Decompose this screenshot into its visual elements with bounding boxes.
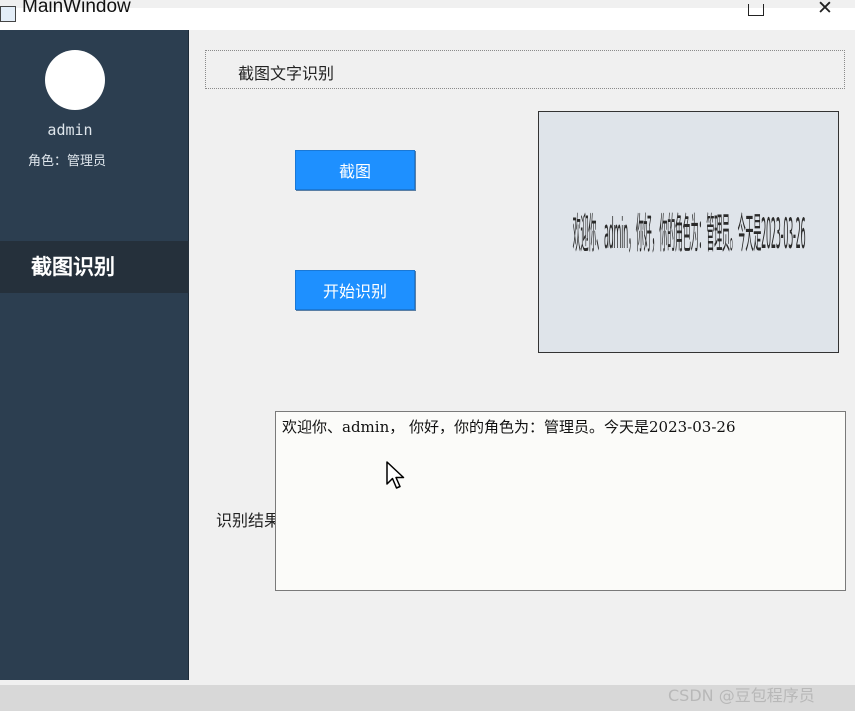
page-header: 截图文字识别 — [205, 50, 845, 89]
watermark: CSDN @豆包程序员 — [668, 686, 815, 705]
main-panel: 截图文字识别 截图 开始识别 欢迎你、admin，你好，你的角色为：管理员。今天… — [190, 30, 855, 680]
app-icon — [0, 6, 16, 22]
avatar — [45, 50, 105, 110]
window-title: MainWindow — [22, 0, 131, 17]
close-icon[interactable]: ✕ — [808, 0, 842, 20]
sidebar-item-screenshot-ocr[interactable]: 截图识别 — [0, 241, 189, 293]
username-label: admin — [47, 121, 93, 139]
screenshot-preview: 欢迎你、admin，你好，你的角色为：管理员。今天是2023-03-26 — [538, 111, 839, 353]
main-window: MainWindow ✕ admin 角色：管理员 截图识别 截图文字识别 截图… — [0, 0, 855, 685]
start-recognition-button[interactable]: 开始识别 — [295, 270, 415, 310]
result-textarea[interactable]: 欢迎你、admin， 你好，你的角色为：管理员。今天是2023-03-26 — [275, 411, 846, 591]
mouse-cursor-icon — [386, 461, 405, 489]
title-bar: MainWindow ✕ — [0, 0, 855, 30]
result-label: 识别结果 — [216, 511, 281, 530]
screenshot-button[interactable]: 截图 — [295, 150, 415, 190]
result-text: 欢迎你、admin， 你好，你的角色为：管理员。今天是2023-03-26 — [282, 418, 736, 436]
preview-text: 欢迎你、admin，你好，你的角色为：管理员。今天是2023-03-26 — [572, 212, 806, 260]
role-label: 角色：管理员 — [28, 154, 107, 169]
page-title: 截图文字识别 — [238, 64, 335, 83]
sidebar-item-label: 截图识别 — [31, 255, 115, 279]
sidebar: admin 角色：管理员 截图识别 — [0, 30, 189, 680]
maximize-icon[interactable] — [748, 4, 764, 16]
